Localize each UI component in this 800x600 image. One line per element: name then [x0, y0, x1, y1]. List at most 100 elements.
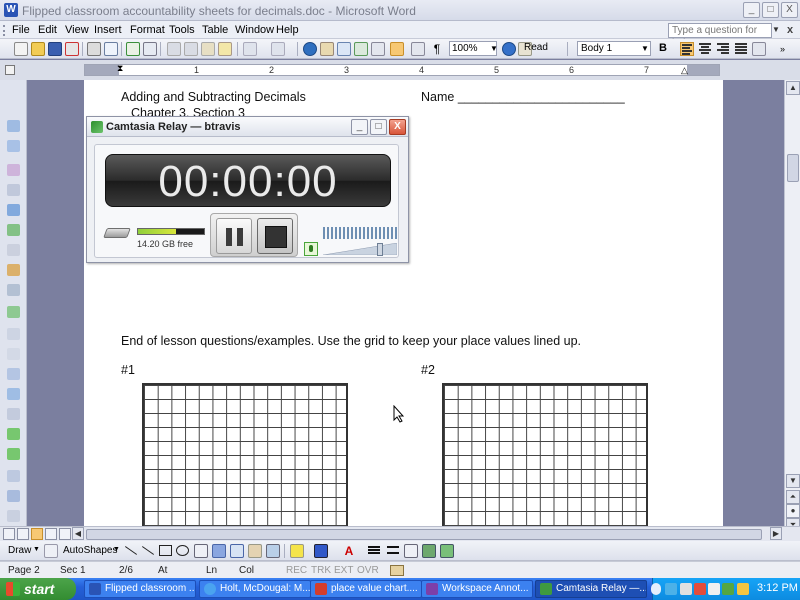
print-layout-button[interactable] — [31, 528, 43, 540]
menu-grip[interactable] — [3, 25, 6, 36]
arrow-style-icon[interactable] — [404, 544, 418, 558]
menu-view[interactable]: View — [65, 24, 89, 36]
save-icon[interactable] — [48, 42, 62, 56]
previous-page-icon[interactable]: ⏶ — [786, 490, 800, 504]
draw-dropdown-icon[interactable]: ▼ — [33, 546, 40, 553]
scroll-up-icon[interactable]: ▲ — [786, 81, 800, 95]
align-right-button[interactable] — [716, 42, 730, 56]
align-center-button[interactable] — [698, 42, 712, 56]
microphone-icon[interactable] — [304, 242, 318, 256]
back-arrow-icon[interactable] — [7, 428, 20, 440]
network-icon[interactable] — [665, 583, 677, 595]
task-holt-browser[interactable]: Holt, McDougal: M... — [199, 580, 311, 598]
pointer-icon[interactable] — [7, 184, 20, 196]
status-ext[interactable]: EXT — [334, 565, 353, 576]
horizontal-scroll-thumb[interactable] — [86, 529, 762, 540]
device-icon[interactable] — [680, 583, 692, 595]
horizontal-scrollbar[interactable]: ◀ ▶ — [0, 526, 800, 541]
columns-icon[interactable] — [371, 42, 385, 56]
menu-tools[interactable]: Tools — [169, 24, 195, 36]
shape-icon[interactable] — [7, 164, 20, 176]
menu-help[interactable]: Help — [276, 24, 299, 36]
scroll-thumb[interactable] — [787, 154, 799, 182]
horizontal-ruler[interactable]: 1 2 3 4 5 6 7 ⧗ △ — [84, 63, 720, 76]
start-button[interactable]: start — [0, 578, 76, 600]
fill-color-icon[interactable] — [290, 544, 304, 558]
draw-table-icon[interactable] — [7, 140, 20, 152]
status-rec[interactable]: REC — [286, 565, 307, 576]
toolbar-options-icon[interactable]: » — [780, 42, 794, 56]
clear-icon[interactable] — [7, 348, 20, 360]
scroll-down-icon[interactable]: ▼ — [786, 474, 800, 488]
copy-icon[interactable] — [184, 42, 198, 56]
tab-selector[interactable] — [5, 65, 15, 75]
line-spacing-icon[interactable] — [752, 42, 766, 56]
close-button[interactable]: X — [781, 2, 798, 18]
undo-icon[interactable] — [243, 42, 257, 56]
close-document-button[interactable]: x — [787, 24, 793, 36]
vertical-scrollbar[interactable]: ▲ ▼ ⏶ ● ⏷ — [784, 80, 800, 532]
camtasia-close-button[interactable]: X — [389, 119, 406, 135]
read-button[interactable]: Read — [524, 42, 548, 53]
style-select[interactable]: Body 1 — [577, 41, 651, 56]
status-trk[interactable]: TRK — [311, 565, 331, 576]
maximize-button[interactable]: □ — [762, 2, 779, 18]
autoshapes-dropdown-icon[interactable]: ▼ — [113, 546, 120, 553]
drawing-icon[interactable] — [390, 42, 404, 56]
camtasia-maximize-button[interactable]: □ — [370, 119, 387, 135]
outline-view-button[interactable] — [45, 528, 57, 540]
draw-menu-button[interactable]: Draw — [8, 545, 31, 556]
insert-excel-icon[interactable] — [354, 42, 368, 56]
security-icon[interactable] — [694, 583, 706, 595]
menu-insert[interactable]: Insert — [94, 24, 122, 36]
forward-arrow-icon[interactable] — [7, 448, 20, 460]
font-color-icon[interactable]: A — [342, 544, 356, 558]
pause-button[interactable] — [216, 218, 252, 254]
rotate-icon[interactable] — [7, 328, 20, 340]
scroll-right-icon[interactable]: ▶ — [770, 527, 782, 540]
menu-table[interactable]: Table — [202, 24, 228, 36]
help-icon[interactable] — [502, 42, 516, 56]
align-left-button[interactable] — [680, 42, 694, 56]
task-workspace-annot[interactable]: Workspace Annot... — [421, 580, 533, 598]
camtasia-title-bar[interactable]: Camtasia Relay — btravis _ □ X — [87, 117, 408, 137]
volume-slider-handle[interactable] — [377, 243, 384, 256]
style-dropdown-icon[interactable]: ▼ — [641, 42, 655, 56]
tables-borders-icon[interactable] — [320, 42, 334, 56]
print-icon[interactable] — [87, 42, 101, 56]
browse-object-icon[interactable]: ● — [786, 504, 800, 518]
document-map-icon[interactable] — [411, 42, 425, 56]
task-place-value-chart[interactable]: place value chart.... — [310, 580, 422, 598]
select-objects-icon[interactable] — [7, 120, 20, 132]
eraser-icon[interactable] — [7, 244, 20, 256]
format-painter-icon[interactable] — [218, 42, 232, 56]
dash-style-icon[interactable] — [387, 546, 399, 548]
display-icon[interactable] — [7, 490, 20, 502]
move-icon[interactable] — [7, 306, 20, 318]
permission-icon[interactable] — [65, 42, 79, 56]
justify-button[interactable] — [734, 42, 748, 56]
volume-icon[interactable] — [708, 583, 720, 595]
web-view-button[interactable] — [17, 528, 29, 540]
menu-edit[interactable]: Edit — [38, 24, 57, 36]
menu-file[interactable]: File — [12, 24, 30, 36]
page-icon[interactable] — [7, 368, 20, 380]
open-folder-icon[interactable] — [31, 42, 45, 56]
research-icon[interactable] — [143, 42, 157, 56]
oval-tool-icon[interactable] — [176, 545, 189, 556]
rectangle-tool-icon[interactable] — [159, 545, 172, 556]
camtasia-tray-icon[interactable] — [722, 583, 734, 595]
autoshapes-menu-button[interactable]: AutoShapes — [63, 545, 118, 556]
status-ovr[interactable]: OVR — [357, 565, 379, 576]
diagram-icon[interactable] — [230, 544, 244, 558]
stop-button[interactable] — [257, 218, 293, 254]
show-hide-pilcrow-icon[interactable]: ¶ — [430, 42, 444, 56]
ruler-tool-icon[interactable] — [7, 284, 20, 296]
task-word-document[interactable]: Flipped classroom ... — [84, 580, 196, 598]
settings-icon[interactable] — [7, 510, 20, 522]
select-pointer-icon[interactable] — [44, 544, 58, 558]
keyboard-icon[interactable] — [7, 470, 20, 482]
print-preview-icon[interactable] — [104, 42, 118, 56]
paste-icon[interactable] — [201, 42, 215, 56]
wordart-icon[interactable] — [212, 544, 226, 558]
